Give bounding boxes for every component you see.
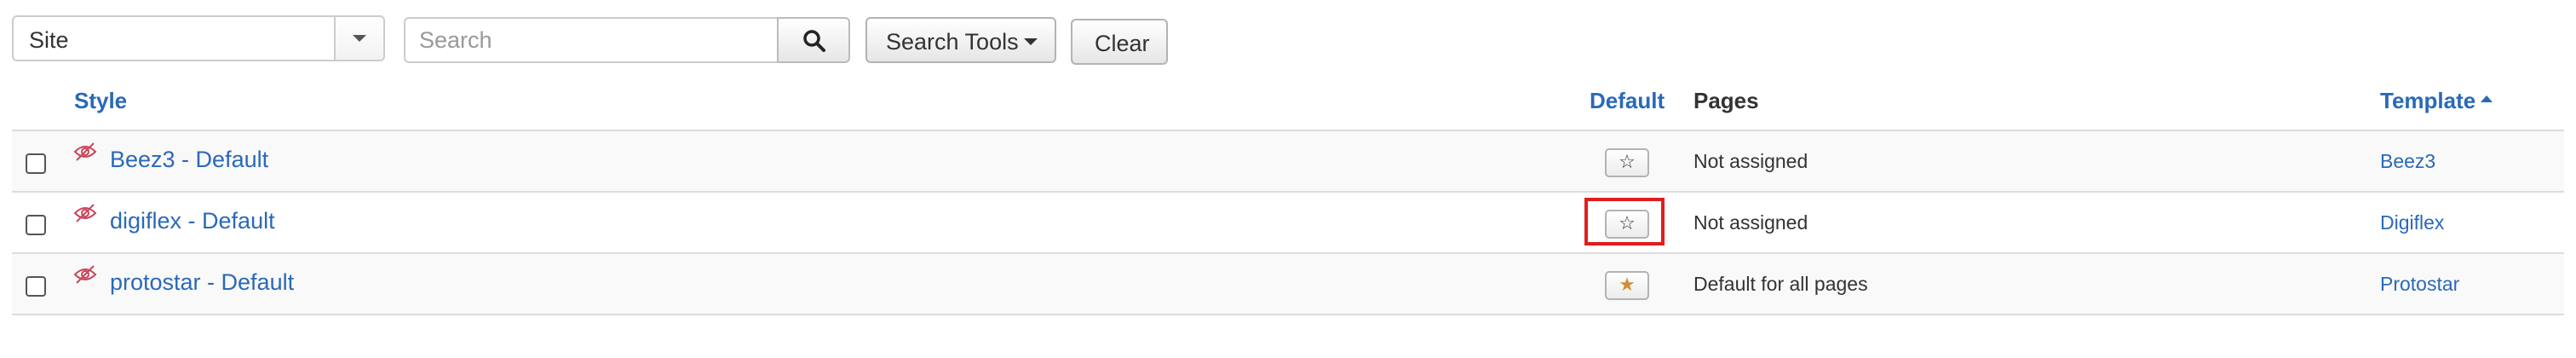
search-button[interactable] [777,17,850,63]
client-select[interactable]: Site [12,15,385,61]
table-row: digiflex - Default ☆ Not assigned Digifl… [12,193,2564,254]
row-checkbox[interactable] [26,215,46,235]
eye-slash-icon [73,265,97,284]
row-checkbox[interactable] [26,153,46,174]
set-default-button[interactable]: ☆ [1605,148,1649,177]
search-icon [803,30,825,52]
set-default-button[interactable]: ☆ [1605,210,1649,239]
chevron-down-icon [353,35,366,42]
search-input[interactable] [404,17,779,63]
column-header-template[interactable]: Template [2380,88,2493,114]
pages-assignment: Default for all pages [1693,273,1868,295]
caret-down-icon [1024,38,1038,45]
column-header-style[interactable]: Style [74,88,127,114]
pages-assignment: Not assigned [1693,150,1808,172]
client-select-value: Site [29,27,69,53]
column-header-pages: Pages [1693,88,1759,113]
pages-assignment: Not assigned [1693,211,1808,234]
column-header-default[interactable]: Default [1590,88,1665,114]
table-row: Beez3 - Default ☆ Not assigned Beez3 [12,131,2564,193]
search-tools-label: Search Tools [886,29,1019,55]
eye-slash-icon [73,142,97,161]
table-row: protostar - Default ★ Default for all pa… [12,254,2564,315]
star-outline-icon: ☆ [1619,152,1636,173]
clear-button[interactable]: Clear [1071,19,1168,65]
style-link[interactable]: protostar - Default [110,269,294,296]
column-header-template-label: Template [2380,88,2476,113]
client-select-toggle[interactable] [334,17,383,60]
template-link[interactable]: Beez3 [2380,150,2435,173]
default-indicator-button[interactable]: ★ [1605,271,1649,300]
sort-ascending-icon [2481,95,2493,103]
row-checkbox[interactable] [26,276,46,297]
star-filled-icon: ★ [1619,274,1636,296]
style-link[interactable]: digiflex - Default [110,208,275,234]
clear-label: Clear [1095,31,1150,56]
style-link[interactable]: Beez3 - Default [110,147,268,173]
filter-toolbar: Site Search Tools Clear [12,15,1170,65]
eye-slash-icon [73,204,97,222]
star-outline-icon: ☆ [1619,213,1636,234]
table-header: Style Default Pages Template [12,68,2564,131]
search-tools-button[interactable]: Search Tools [865,17,1056,63]
template-link[interactable]: Protostar [2380,273,2459,296]
template-link[interactable]: Digiflex [2380,211,2444,234]
